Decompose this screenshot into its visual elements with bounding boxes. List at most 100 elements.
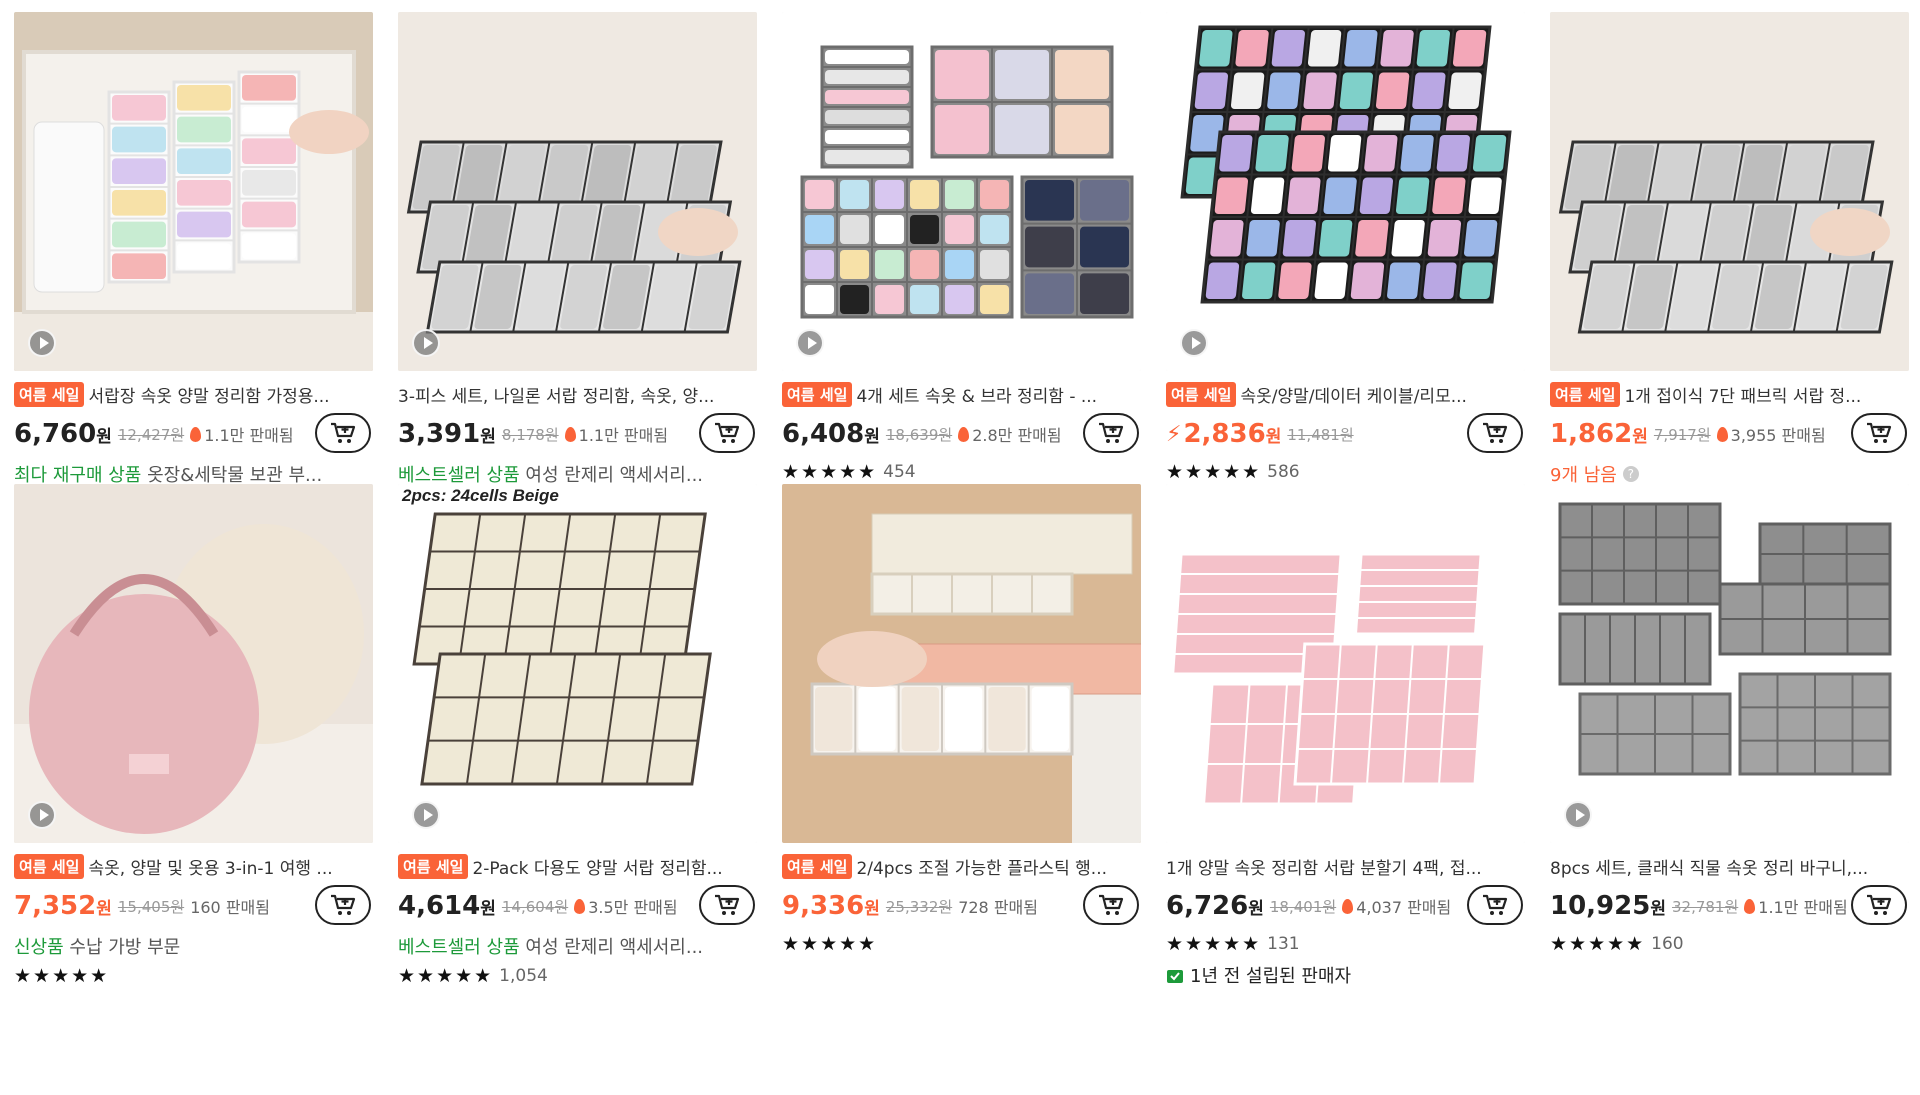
product-title[interactable]: 1개 양말 속옷 정리함 서랍 분할기 4팩, 접... bbox=[1166, 854, 1482, 879]
add-to-cart-button[interactable] bbox=[1467, 413, 1523, 453]
product-tag[interactable]: 베스트셀러 상품 여성 란제리 액세서리... bbox=[398, 933, 757, 959]
add-to-cart-button[interactable] bbox=[1083, 413, 1139, 453]
price: 2,836 bbox=[1183, 419, 1266, 449]
image-caption: 2pcs: 24cells Beige bbox=[402, 486, 559, 505]
add-to-cart-button[interactable] bbox=[699, 413, 755, 453]
product-image[interactable] bbox=[14, 12, 373, 371]
product-title[interactable]: 서랍장 속옷 양말 정리함 가정용... bbox=[88, 382, 329, 407]
product-card[interactable]: 여름 세일 서랍장 속옷 양말 정리함 가정용... 6,760 원 12,427원… bbox=[14, 12, 373, 547]
original-price: 15,405원 bbox=[117, 897, 185, 916]
product-title[interactable]: 속옷/양말/데이터 케이블/리모... bbox=[1240, 382, 1466, 407]
product-image[interactable] bbox=[398, 12, 757, 371]
rating[interactable]: ★★★★★ 160 bbox=[1550, 931, 1909, 957]
add-to-cart-button[interactable] bbox=[1083, 885, 1139, 925]
product-title[interactable]: 4개 세트 속옷 & 브라 정리함 - ... bbox=[856, 382, 1097, 407]
product-title-line[interactable]: 여름 세일 속옷/양말/데이터 케이블/리모... bbox=[1166, 381, 1525, 407]
sold-count: 3.5만 판매됨 bbox=[574, 894, 678, 918]
add-to-cart-button[interactable] bbox=[1851, 885, 1907, 925]
product-image[interactable] bbox=[1166, 12, 1525, 371]
product-card[interactable]: 여름 세일 속옷/양말/데이터 케이블/리모... ⚡ 2,836 원 11,481원… bbox=[1166, 12, 1525, 484]
rating[interactable]: ★★★★★ bbox=[14, 963, 373, 989]
play-video-icon[interactable] bbox=[28, 329, 56, 357]
sold-count: 1.1만 판매됨 bbox=[190, 422, 294, 446]
add-to-cart-button[interactable] bbox=[1851, 413, 1907, 453]
flame-icon bbox=[190, 426, 202, 442]
product-title-line[interactable]: 여름 세일 서랍장 속옷 양말 정리함 가정용... bbox=[14, 381, 373, 407]
sale-badge: 여름 세일 bbox=[782, 853, 853, 879]
product-card[interactable]: 8pcs 세트, 클래식 직물 속옷 정리 바구니,... 10,925 원 32… bbox=[1550, 484, 1909, 1064]
product-title-line[interactable]: 1개 양말 속옷 정리함 서랍 분할기 4팩, 접... bbox=[1166, 853, 1525, 879]
product-title-line[interactable]: 여름 세일 1개 접이식 7단 패브릭 서랍 정... bbox=[1550, 381, 1909, 407]
product-title[interactable]: 3-피스 세트, 나일론 서랍 정리함, 속옷, 양... bbox=[398, 382, 714, 407]
sold-count-text: 3,955 판매됨 bbox=[1730, 426, 1826, 445]
play-video-icon[interactable] bbox=[28, 801, 56, 829]
price: 9,336 bbox=[782, 891, 865, 921]
review-count: 454 bbox=[883, 462, 916, 482]
price-line: 1,862 원 7,917원 3,955 판매됨 bbox=[1550, 413, 1909, 455]
product-card[interactable]: 여름 세일 4개 세트 속옷 & 브라 정리함 - ... 6,408 원 18,6… bbox=[782, 12, 1141, 515]
rating[interactable]: ★★★★★ 1,054 bbox=[398, 963, 757, 989]
product-image[interactable] bbox=[14, 484, 373, 843]
price: 6,408 bbox=[782, 419, 865, 449]
star-rating-icon: ★★★★★ bbox=[398, 965, 494, 987]
help-icon[interactable]: ? bbox=[1622, 466, 1639, 482]
product-title-line[interactable]: 여름 세일 4개 세트 속옷 & 브라 정리함 - ... bbox=[782, 381, 1141, 407]
tag-highlight: 베스트셀러 상품 bbox=[398, 465, 520, 486]
product-title-line[interactable]: 여름 세일 2/4pcs 조절 가능한 플라스틱 행... bbox=[782, 853, 1141, 879]
product-title[interactable]: 2/4pcs 조절 가능한 플라스틱 행... bbox=[856, 854, 1107, 879]
product-card[interactable]: 여름 세일 2/4pcs 조절 가능한 플라스틱 행... 9,336 원 25,3… bbox=[782, 484, 1141, 1064]
play-video-icon[interactable] bbox=[412, 801, 440, 829]
star-rating-icon: ★★★★★ bbox=[1550, 933, 1646, 955]
add-to-cart-button[interactable] bbox=[1467, 885, 1523, 925]
star-rating-icon: ★★★★★ bbox=[782, 933, 878, 955]
original-price: 18,639원 bbox=[885, 425, 953, 444]
product-image[interactable] bbox=[782, 484, 1141, 843]
original-price: 32,781원 bbox=[1671, 897, 1739, 916]
product-image[interactable]: 2pcs: 24cells Beige bbox=[398, 484, 757, 843]
product-image[interactable] bbox=[1550, 12, 1909, 371]
product-image[interactable] bbox=[1550, 484, 1909, 843]
review-count: 131 bbox=[1267, 934, 1300, 954]
product-card[interactable]: 여름 세일 1개 접이식 7단 패브릭 서랍 정... 1,862 원 7,917원… bbox=[1550, 12, 1909, 514]
product-image[interactable] bbox=[782, 12, 1141, 371]
price-line: 3,391 원 8,178원 1.1만 판매됨 bbox=[398, 413, 757, 455]
play-video-icon[interactable] bbox=[796, 329, 824, 357]
sold-count-text: 1.1만 판매됨 bbox=[204, 426, 294, 445]
product-card[interactable]: 여름 세일 속옷, 양말 및 옷용 3-in-1 여행 ... 7,352 원 15… bbox=[14, 484, 373, 1064]
product-title-line[interactable]: 3-피스 세트, 나일론 서랍 정리함, 속옷, 양... bbox=[398, 381, 757, 407]
play-video-icon[interactable] bbox=[1180, 329, 1208, 357]
tag-highlight: 베스트셀러 상품 bbox=[398, 937, 520, 958]
rating[interactable]: ★★★★★ 454 bbox=[782, 459, 1141, 485]
product-title[interactable]: 2-Pack 다용도 양말 서랍 정리함... bbox=[472, 854, 722, 879]
star-rating-icon: ★★★★★ bbox=[782, 461, 878, 483]
product-card[interactable]: 3-피스 세트, 나일론 서랍 정리함, 속옷, 양... 3,391 원 8,1… bbox=[398, 12, 757, 514]
sold-count-text: 2.8만 판매됨 bbox=[972, 426, 1062, 445]
product-title[interactable]: 1개 접이식 7단 패브릭 서랍 정... bbox=[1624, 382, 1861, 407]
cart-plus-icon bbox=[1483, 422, 1508, 443]
product-image[interactable] bbox=[1166, 484, 1525, 843]
sale-badge: 여름 세일 bbox=[782, 381, 853, 407]
product-card[interactable]: 1개 양말 속옷 정리함 서랍 분할기 4팩, 접... 6,726 원 18,4… bbox=[1166, 484, 1525, 1064]
rating[interactable]: ★★★★★ 131 bbox=[1166, 931, 1525, 957]
tag-category: 여성 란제리 액세서리... bbox=[519, 465, 704, 486]
add-to-cart-button[interactable] bbox=[699, 885, 755, 925]
play-video-icon[interactable] bbox=[1564, 801, 1592, 829]
product-title-line[interactable]: 8pcs 세트, 클래식 직물 속옷 정리 바구니,... bbox=[1550, 853, 1909, 879]
product-tag[interactable]: 신상품 수납 가방 부문 bbox=[14, 933, 373, 959]
product-title[interactable]: 속옷, 양말 및 옷용 3-in-1 여행 ... bbox=[88, 854, 332, 879]
product-card[interactable]: 2pcs: 24cells Beige 여름 세일 2-Pack 다용도 양말 서랍… bbox=[398, 484, 757, 1064]
product-title-line[interactable]: 여름 세일 속옷, 양말 및 옷용 3-in-1 여행 ... bbox=[14, 853, 373, 879]
flame-icon bbox=[564, 426, 576, 442]
price-line: 9,336 원 25,332원 728 판매됨 bbox=[782, 885, 1141, 927]
sold-count-text: 4,037 판매됨 bbox=[1356, 898, 1452, 917]
product-title-line[interactable]: 여름 세일 2-Pack 다용도 양말 서랍 정리함... bbox=[398, 853, 757, 879]
add-to-cart-button[interactable] bbox=[315, 413, 371, 453]
product-title[interactable]: 8pcs 세트, 클래식 직물 속옷 정리 바구니,... bbox=[1550, 854, 1868, 879]
rating[interactable]: ★★★★★ bbox=[782, 931, 1141, 957]
price: 1,862 bbox=[1550, 419, 1633, 449]
play-video-icon[interactable] bbox=[412, 329, 440, 357]
rating[interactable]: ★★★★★ 586 bbox=[1166, 459, 1525, 485]
add-to-cart-button[interactable] bbox=[315, 885, 371, 925]
currency: 원 bbox=[480, 426, 496, 447]
currency: 원 bbox=[864, 898, 880, 919]
